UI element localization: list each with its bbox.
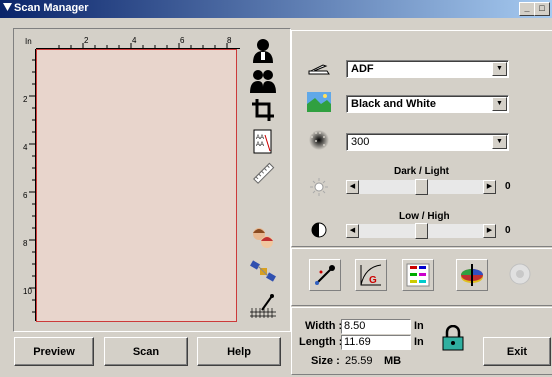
chevron-down-icon[interactable]: ▼ <box>492 62 507 76</box>
ruler-top-mark: 8 <box>227 36 232 45</box>
mode-select[interactable]: Black and White ▼ <box>346 95 509 113</box>
contrast-label: Low / High <box>399 211 450 222</box>
two-people-icon[interactable] <box>249 66 277 94</box>
source-select-value: ADF <box>351 63 374 75</box>
width-unit: In <box>414 320 424 332</box>
gamma-curve-icon[interactable]: G <box>355 259 387 291</box>
disabled-disc-icon <box>505 259 535 289</box>
ruler-unit-label: In <box>25 37 32 46</box>
window-title: Scan Manager <box>14 2 89 14</box>
svg-text:G: G <box>369 275 377 286</box>
single-person-icon[interactable] <box>249 36 277 64</box>
resolution-select[interactable]: 300 ▼ <box>346 133 509 151</box>
lock-icon[interactable] <box>438 323 468 353</box>
ruler-top-mark: 4 <box>132 36 137 45</box>
contrast-slider[interactable]: ◀ ▶ <box>346 223 496 239</box>
crop-icon[interactable] <box>249 96 277 124</box>
brightness-slider-thumb[interactable] <box>415 179 428 195</box>
color-balance-icon[interactable] <box>402 259 434 291</box>
size-label: Size : <box>311 355 340 367</box>
width-label: Width : <box>305 320 343 332</box>
minimize-button[interactable]: _ <box>519 2 535 16</box>
resolution-select-value: 300 <box>351 136 370 148</box>
contrast-icon <box>304 215 334 245</box>
svg-text:AA: AA <box>256 142 264 148</box>
landscape-photo-icon <box>304 87 334 117</box>
brightness-label: Dark / Light <box>394 166 450 177</box>
top-ruler: In 2 4 6 8 <box>23 36 240 49</box>
size-value: 25.59 <box>345 355 373 367</box>
ruler-top-mark: 2 <box>84 36 89 45</box>
preview-button[interactable]: Preview <box>14 337 94 366</box>
chevron-down-icon[interactable]: ▼ <box>492 135 507 149</box>
brightness-value: 0 <box>505 181 511 192</box>
length-unit: In <box>414 336 424 348</box>
contrast-value: 0 <box>505 225 511 236</box>
ruler-left-mark: 10 <box>23 287 32 296</box>
help-button[interactable]: Help <box>197 337 281 366</box>
ruler-left-mark: 8 <box>23 239 28 248</box>
length-field[interactable]: 11.69 <box>341 335 411 350</box>
faces-color-icon[interactable] <box>249 224 277 252</box>
halftone-icon <box>304 125 334 155</box>
sun-icon <box>304 172 334 202</box>
eyedropper-grid-icon[interactable] <box>249 291 277 319</box>
ruler-top-mark: 6 <box>180 36 185 45</box>
length-label: Length : <box>299 336 343 348</box>
chevron-down-icon[interactable]: ▼ <box>492 97 507 111</box>
maximize-button[interactable]: □ <box>534 2 550 16</box>
svg-text:AA: AA <box>256 135 264 141</box>
slider-left-arrow-icon[interactable]: ◀ <box>346 180 359 194</box>
slider-right-arrow-icon[interactable]: ▶ <box>483 224 496 238</box>
preview-area[interactable] <box>36 49 237 322</box>
ruler-left-mark: 4 <box>23 143 28 152</box>
brightness-slider[interactable]: ◀ ▶ <box>346 179 496 195</box>
exit-button[interactable]: Exit <box>483 337 551 366</box>
ruler-left-mark: 2 <box>23 95 28 104</box>
color-picker-icon[interactable] <box>309 259 341 291</box>
text-document-icon[interactable]: AA AA <box>249 128 277 156</box>
ruler-left-mark: 6 <box>23 191 28 200</box>
satellite-icon[interactable] <box>249 257 277 285</box>
scan-button[interactable]: Scan <box>104 337 188 366</box>
size-unit: MB <box>384 355 402 367</box>
left-ruler: 2 4 6 8 10 <box>23 49 36 321</box>
color-wheel-icon[interactable] <box>456 259 488 291</box>
ruler-icon[interactable] <box>249 160 277 188</box>
width-field[interactable]: 8.50 <box>341 319 411 334</box>
title-bar: Scan Manager _ □ <box>0 0 552 18</box>
slider-right-arrow-icon[interactable]: ▶ <box>483 180 496 194</box>
app-icon <box>3 3 12 11</box>
left-ruler-ticks <box>29 49 36 321</box>
source-select[interactable]: ADF ▼ <box>346 60 509 78</box>
slider-left-arrow-icon[interactable]: ◀ <box>346 224 359 238</box>
scanner-icon <box>304 54 334 84</box>
mode-select-value: Black and White <box>351 98 436 110</box>
contrast-slider-thumb[interactable] <box>415 223 428 239</box>
